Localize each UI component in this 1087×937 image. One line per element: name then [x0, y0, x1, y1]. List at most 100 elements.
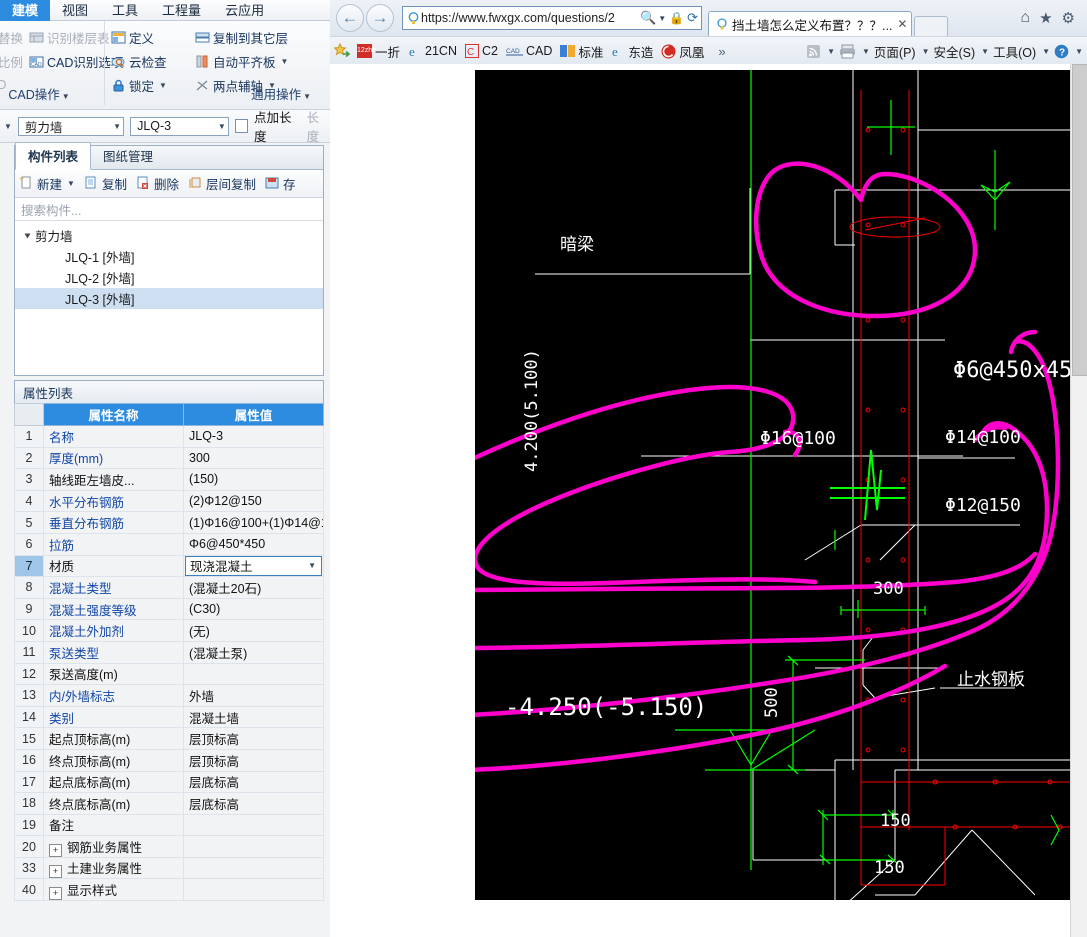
- properties-row[interactable]: 10 混凝土外加剂 (无): [14, 619, 324, 642]
- properties-row-value[interactable]: 300: [183, 446, 324, 470]
- properties-row-value[interactable]: (150): [183, 468, 324, 491]
- properties-row[interactable]: 18 终点底标高(m) 层底标高: [14, 792, 324, 815]
- properties-row[interactable]: 17 起点底标高(m) 层底标高: [14, 770, 324, 794]
- menu-tools[interactable]: 工具(O): [993, 42, 1036, 61]
- favorite-c2[interactable]: C C2: [463, 44, 500, 58]
- chevron-down-icon[interactable]: ▼: [1075, 47, 1083, 56]
- tree-item-jlq-1[interactable]: JLQ-1 [外墙]: [15, 246, 323, 267]
- properties-row[interactable]: 20 + 钢筋业务属性: [14, 835, 324, 858]
- copy-between-floors-button[interactable]: 层间复制: [188, 174, 256, 193]
- properties-row[interactable]: 16 终点顶标高(m) 层顶标高: [14, 748, 324, 772]
- ribbon-tab-modeling[interactable]: 建模: [0, 0, 51, 22]
- properties-row-value[interactable]: 层底标高: [183, 792, 324, 815]
- properties-row[interactable]: 3 轴线距左墙皮... (150): [14, 468, 324, 491]
- chevron-down-icon[interactable]: ▼: [922, 47, 930, 56]
- chevron-down-icon[interactable]: ▼: [1042, 47, 1050, 56]
- save-button[interactable]: 存: [265, 174, 296, 193]
- print-icon[interactable]: [839, 44, 856, 59]
- favorites-star-icon[interactable]: ★: [1039, 9, 1052, 27]
- favorite-yizhe[interactable]: 12zhe 一折: [355, 42, 402, 61]
- expand-plus-icon[interactable]: +: [49, 843, 62, 857]
- properties-row[interactable]: 7 材质 现浇混凝土 ▼: [14, 554, 324, 578]
- chevron-down-icon[interactable]: ▼: [308, 561, 321, 570]
- properties-row[interactable]: 33 + 土建业务属性: [14, 856, 324, 880]
- properties-row-value[interactable]: 层底标高: [183, 770, 324, 794]
- refresh-icon[interactable]: ⟳: [687, 10, 698, 26]
- properties-row-value[interactable]: [183, 813, 324, 837]
- ribbon-item-define[interactable]: 定义: [111, 28, 189, 47]
- copy-component-button[interactable]: 复制: [84, 174, 127, 193]
- ribbon-item-cloud-check[interactable]: 云检查: [111, 52, 189, 71]
- tab-drawing-management[interactable]: 图纸管理: [91, 143, 165, 169]
- ribbon-item-scale[interactable]: 比例: [0, 52, 23, 71]
- ribbon-item-floor-table[interactable]: 识别楼层表: [29, 28, 110, 47]
- scrollbar-thumb[interactable]: [1072, 64, 1087, 376]
- tree-node-shear-wall[interactable]: 剪力墙: [15, 225, 323, 246]
- ribbon-tab-quantity[interactable]: 工程量: [150, 0, 213, 22]
- properties-row[interactable]: 19 备注: [14, 813, 324, 837]
- tree-item-jlq-3[interactable]: JLQ-3 [外墙]: [15, 288, 323, 309]
- menu-page[interactable]: 页面(P): [874, 42, 916, 61]
- home-icon[interactable]: ⌂: [1020, 9, 1030, 27]
- ribbon-group-common-caption[interactable]: 通用操作 ▼: [251, 84, 319, 103]
- ribbon-item-auto-align-slab[interactable]: 自动平齐板 ▼: [195, 52, 288, 71]
- properties-row[interactable]: 5垂直分布钢筋(1)Φ16@100+(1)Φ14@100: [14, 511, 324, 534]
- properties-row-value[interactable]: [183, 662, 324, 686]
- properties-row[interactable]: 14 类别 混凝土墙: [14, 705, 324, 729]
- material-combo[interactable]: 现浇混凝土 ▼: [185, 556, 322, 576]
- favorite-fenghuang[interactable]: 凤凰: [659, 42, 706, 61]
- properties-row-value[interactable]: [183, 856, 324, 880]
- tree-item-jlq-2[interactable]: JLQ-2 [外墙]: [15, 267, 323, 288]
- properties-row-value[interactable]: (混凝土20石): [183, 576, 324, 599]
- favorites-add-icon[interactable]: [333, 42, 351, 60]
- properties-row[interactable]: 1 名称 JLQ-3: [14, 425, 324, 448]
- search-input[interactable]: 搜索构件...: [15, 198, 323, 221]
- tab-component-list[interactable]: 构件列表: [15, 142, 92, 170]
- chevron-down-icon[interactable]: ▼: [827, 47, 835, 56]
- expand-plus-icon[interactable]: +: [49, 886, 62, 900]
- expand-triangle-icon[interactable]: [24, 233, 31, 238]
- feed-icon[interactable]: [806, 44, 821, 59]
- new-tab-button[interactable]: [914, 16, 949, 36]
- properties-row-value[interactable]: 层顶标高: [183, 748, 324, 772]
- properties-row[interactable]: 15 起点顶标高(m) 层顶标高: [14, 727, 324, 750]
- properties-row-value[interactable]: (混凝土泵): [183, 640, 324, 664]
- properties-row-value[interactable]: [183, 835, 324, 858]
- properties-row-value[interactable]: (C30): [183, 597, 324, 621]
- new-component-button[interactable]: ✳ 新建 ▼: [19, 174, 75, 193]
- ribbon-tab-tools[interactable]: 工具: [100, 0, 150, 22]
- favorite-standard[interactable]: 标准: [558, 42, 605, 61]
- properties-row[interactable]: 9 混凝土强度等级 (C30): [14, 597, 324, 621]
- ribbon-tab-view[interactable]: 视图: [50, 0, 100, 22]
- delete-component-button[interactable]: 删除: [136, 174, 179, 193]
- chevron-down-icon[interactable]: ▼: [862, 47, 870, 56]
- menu-security[interactable]: 安全(S): [934, 42, 976, 61]
- properties-row[interactable]: 8 混凝土类型 (混凝土20石): [14, 576, 324, 599]
- close-icon[interactable]: ✕: [897, 17, 907, 31]
- expand-plus-icon[interactable]: +: [49, 865, 62, 878]
- favorites-overflow-icon[interactable]: »: [718, 44, 725, 59]
- properties-row-value[interactable]: 混凝土墙: [183, 705, 324, 729]
- page-scrollbar[interactable]: [1070, 64, 1087, 937]
- chevron-down-icon[interactable]: ▼: [281, 57, 289, 66]
- browser-tab[interactable]: 挡土墙怎么定义布置？？？... ✕: [708, 11, 913, 36]
- properties-row[interactable]: 11 泵送类型 (混凝土泵): [14, 640, 324, 664]
- chevron-down-icon[interactable]: ▼: [67, 179, 75, 188]
- member-dropdown[interactable]: JLQ-3 ▼: [130, 116, 229, 136]
- favorite-21cn[interactable]: e 21CN: [406, 44, 459, 59]
- properties-row[interactable]: 4 水平分布钢筋 (2)Φ12@150: [14, 489, 324, 513]
- ribbon-group-cad-caption[interactable]: CAD操作 ▼: [0, 84, 104, 103]
- ribbon-item-lock[interactable]: 锁定 ▼: [111, 76, 189, 95]
- ribbon-tab-cloud[interactable]: 云应用: [213, 0, 276, 22]
- properties-row[interactable]: 12 泵送高度(m): [14, 662, 324, 686]
- favorite-dongzao[interactable]: e 东造: [609, 42, 655, 61]
- properties-row-value[interactable]: (2)Φ12@150: [183, 489, 324, 513]
- properties-row-value[interactable]: (1)Φ16@100+(1)Φ14@100: [183, 511, 324, 534]
- chevron-down-icon[interactable]: ▼: [159, 81, 167, 90]
- chevron-down-icon[interactable]: ▼: [4, 122, 12, 131]
- properties-row[interactable]: 13 内/外墙标志 外墙: [14, 684, 324, 707]
- favorite-cad[interactable]: CAD CAD: [504, 44, 554, 58]
- search-icon[interactable]: 🔍: [640, 10, 656, 26]
- forward-arrow-icon[interactable]: →: [366, 4, 394, 32]
- help-icon[interactable]: ?: [1054, 44, 1069, 59]
